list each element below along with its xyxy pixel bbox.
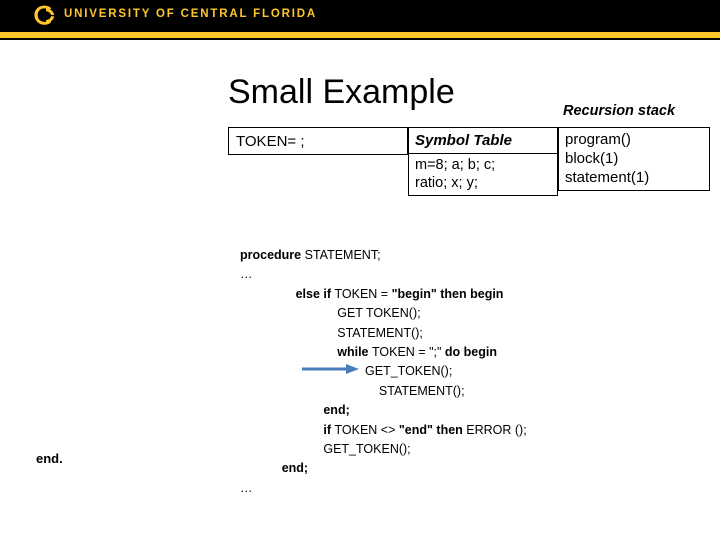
code-line: GET_TOKEN(); (240, 362, 527, 381)
code-line: procedure STATEMENT; (240, 246, 527, 265)
code-text: … (240, 267, 253, 282)
header-title: UNIVERSITY OF CENTRAL FLORIDA (64, 8, 317, 20)
code-line: STATEMENT(); (240, 324, 527, 343)
code-text: STATEMENT(); (337, 325, 423, 340)
code-line: end; (240, 459, 527, 478)
code-text: GET_TOKEN(); (323, 441, 411, 456)
header-rule-bottom (0, 38, 720, 40)
outer-end-label: end. (36, 451, 63, 466)
pseudocode-block: procedure STATEMENT; … else if TOKEN = "b… (240, 246, 527, 498)
code-text: GET_TOKEN(); (365, 364, 453, 379)
code-keyword: procedure (240, 248, 305, 262)
code-line: if TOKEN <> "end" then ERROR (); (240, 421, 527, 440)
code-keyword: if (323, 422, 335, 437)
slide-title: Small Example (228, 73, 455, 111)
code-keyword: while (337, 344, 372, 359)
code-line: end; (240, 401, 527, 420)
code-text: TOKEN = ";" (371, 344, 445, 359)
code-text: STATEMENT(); (378, 383, 465, 398)
code-keyword: "begin" then begin (391, 286, 504, 301)
recursion-stack-caption: Recursion stack (563, 103, 676, 119)
code-line: GET_TOKEN(); (240, 440, 527, 459)
token-box: TOKEN= ; (228, 127, 408, 155)
code-keyword: end; (323, 403, 350, 418)
recursion-stack-box: program() block(1) statement(1) (558, 127, 710, 191)
code-line: STATEMENT(); (240, 382, 527, 401)
symbol-table: Symbol Table m=8; a; b; c; ratio; x; y; (408, 127, 558, 196)
code-line: while TOKEN = ";" do begin (240, 343, 527, 362)
code-text: … (240, 480, 253, 495)
code-keyword: do begin (444, 344, 497, 359)
recursion-stack-frame: program() (565, 131, 631, 148)
code-keyword: end; (281, 461, 309, 476)
right-arrow-icon (302, 362, 362, 376)
code-text: GET TOKEN(); (337, 306, 421, 321)
ucf-pegasus-logo-icon (33, 5, 55, 26)
symbol-table-row: m=8; a; b; c; (415, 157, 496, 173)
code-line: else if TOKEN = "begin" then begin (240, 285, 527, 304)
symbol-table-row: ratio; x; y; (415, 175, 478, 191)
symbol-table-header: Symbol Table (409, 128, 557, 154)
recursion-stack-frame: statement(1) (565, 169, 650, 186)
code-keyword: "end" then (398, 422, 467, 437)
symbol-table-body: m=8; a; b; c; ratio; x; y; (409, 154, 557, 195)
code-line: … (240, 479, 527, 498)
token-value: TOKEN= ; (236, 132, 305, 150)
code-text: TOKEN = (334, 286, 392, 301)
code-keyword: else if (295, 286, 335, 301)
code-text: TOKEN <> (334, 422, 399, 437)
code-line: … (240, 265, 527, 284)
recursion-stack-frame: block(1) (565, 150, 619, 167)
code-text: ERROR (); (466, 422, 527, 437)
code-line: GET TOKEN(); (240, 304, 527, 323)
code-text: STATEMENT; (304, 248, 381, 262)
